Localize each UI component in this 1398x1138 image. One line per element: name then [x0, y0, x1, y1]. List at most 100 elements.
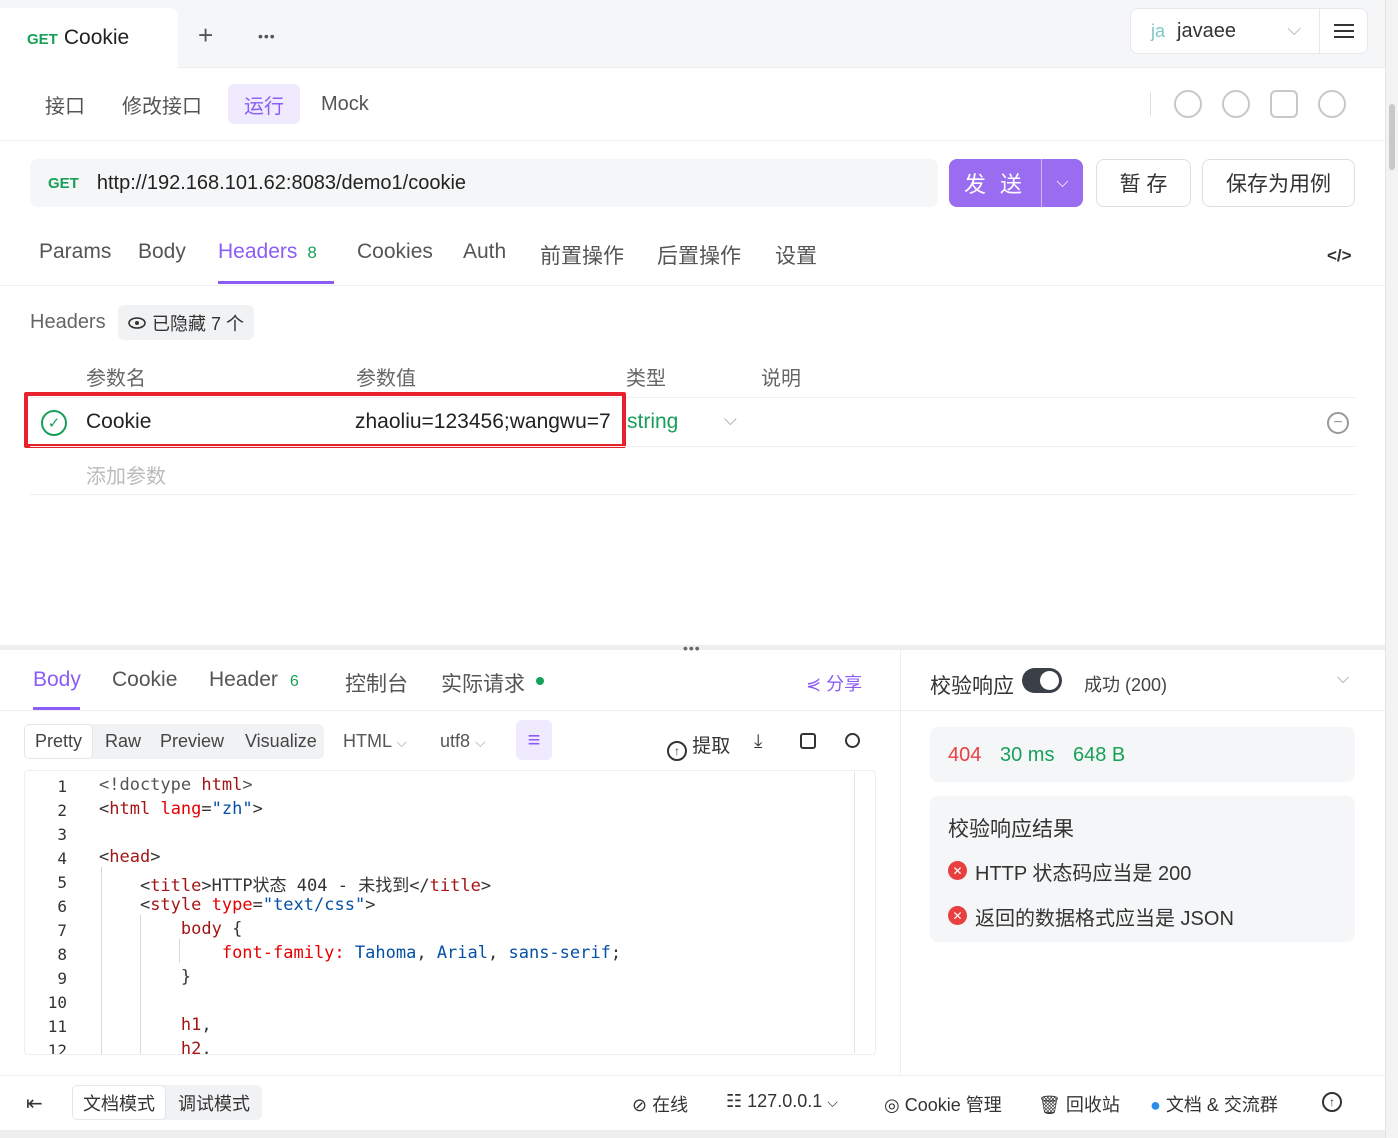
- encoding-select[interactable]: utf8 ⌵: [440, 731, 486, 752]
- tab-auth[interactable]: Auth: [463, 240, 506, 284]
- tab-post-operations[interactable]: 后置操作: [657, 240, 741, 284]
- upgrade-icon[interactable]: ↑: [1322, 1092, 1342, 1112]
- response-tab-body[interactable]: Body: [33, 668, 81, 710]
- chevron-down-icon[interactable]: ⌵: [1337, 670, 1349, 688]
- send-button-label: 发 送: [963, 172, 1027, 197]
- response-type-select[interactable]: HTML ⌵: [343, 731, 407, 752]
- recycle-bin-button[interactable]: 🗑︎ 回收站: [1038, 1091, 1120, 1117]
- subtab-api[interactable]: 接口: [29, 84, 101, 124]
- debug-mode-button[interactable]: 调试模式: [168, 1085, 260, 1120]
- copy-icon[interactable]: [800, 733, 816, 749]
- code-line: <html lang="zh">: [99, 799, 263, 819]
- docs-community-label: 文档 & 交流群: [1165, 1095, 1278, 1115]
- format-pretty[interactable]: Pretty: [24, 724, 94, 759]
- line-number: 12: [47, 1041, 67, 1055]
- validation-status-select[interactable]: 成功 (200): [1084, 671, 1167, 697]
- chevron-down-icon: ⌵: [396, 734, 407, 750]
- code-scrollbar[interactable]: [854, 772, 855, 1053]
- tab-cookies[interactable]: Cookies: [357, 240, 433, 284]
- menu-button[interactable]: [1320, 8, 1368, 54]
- new-tab-button[interactable]: +: [198, 20, 213, 51]
- tab-settings[interactable]: 设置: [775, 240, 817, 284]
- response-tab-header[interactable]: Header 6: [209, 668, 299, 710]
- extract-icon: ↑: [667, 741, 687, 761]
- response-code-viewer[interactable]: 1 2 3 4 5 6 7 8 9 10 11 12 <!doctype htm…: [24, 770, 876, 1055]
- search-icon[interactable]: [845, 733, 860, 748]
- validate-response-toggle[interactable]: [1022, 668, 1062, 693]
- status-dot: [536, 677, 544, 685]
- subtab-edit-api[interactable]: 修改接口: [106, 84, 218, 124]
- subtab-run[interactable]: 运行: [228, 84, 300, 124]
- online-status[interactable]: ⊘ 在线: [632, 1091, 688, 1117]
- bottom-edge: [0, 1130, 1385, 1138]
- response-tab-actual-request[interactable]: 实际请求: [441, 668, 525, 710]
- workspace-badge: ja: [1151, 20, 1166, 41]
- more-tabs-button[interactable]: •••: [258, 28, 276, 44]
- column-header-name: 参数名: [86, 368, 146, 390]
- url-input-box[interactable]: GET http://192.168.101.62:8083/demo1/coo…: [30, 159, 938, 207]
- divider: [0, 140, 1385, 141]
- code-icon[interactable]: </>: [1327, 246, 1352, 266]
- drag-handle-icon[interactable]: •••: [683, 640, 701, 656]
- tab-pre-operations[interactable]: 前置操作: [540, 240, 624, 284]
- divider: [1150, 92, 1151, 116]
- workspace-select[interactable]: ja javaee ⌵: [1130, 8, 1320, 54]
- server-icon: ☷: [726, 1091, 743, 1111]
- validate-response-label: 校验响应: [930, 675, 1014, 698]
- trash-icon: 🗑︎: [1038, 1095, 1061, 1115]
- line-number: 1: [57, 777, 67, 796]
- divider: [30, 446, 1355, 447]
- comment-icon[interactable]: [1222, 90, 1250, 118]
- extract-label: 提取: [692, 736, 731, 757]
- history-icon[interactable]: [1174, 90, 1202, 118]
- response-tab-cookie[interactable]: Cookie: [112, 668, 177, 710]
- share-label: 分享: [826, 674, 863, 694]
- doc-mode-button[interactable]: 文档模式: [72, 1085, 166, 1120]
- tab-params[interactable]: Params: [39, 240, 111, 284]
- code-line: }: [99, 967, 192, 987]
- method-select[interactable]: GET: [48, 175, 79, 192]
- tab-headers-label: Headers: [218, 240, 298, 263]
- extract-button[interactable]: ↑ 提取: [667, 731, 730, 761]
- format-preview[interactable]: Preview: [150, 724, 234, 759]
- request-tab[interactable]: GET Cookie: [0, 8, 178, 68]
- format-raw[interactable]: Raw: [95, 724, 151, 759]
- send-button[interactable]: 发 送 ⌵: [949, 159, 1083, 207]
- docs-community-button[interactable]: ● 文档 & 交流群: [1150, 1091, 1278, 1117]
- format-visualize[interactable]: Visualize: [235, 724, 327, 759]
- cookie-manager-button[interactable]: ◎ Cookie 管理: [884, 1091, 1002, 1117]
- line-number: 11: [47, 1017, 67, 1036]
- download-icon[interactable]: ⤓: [754, 731, 762, 753]
- settings-icon[interactable]: [1318, 90, 1346, 118]
- tab-headers[interactable]: Headers 8: [218, 240, 334, 284]
- host-select[interactable]: ☷ 127.0.0.1 ⌵: [726, 1091, 838, 1112]
- header-type-select[interactable]: string: [627, 410, 678, 434]
- url-input[interactable]: http://192.168.101.62:8083/demo1/cookie: [97, 172, 466, 195]
- response-tab-console[interactable]: 控制台: [345, 668, 408, 710]
- chat-icon: ●: [1150, 1095, 1161, 1115]
- subtab-mock[interactable]: Mock: [305, 84, 385, 124]
- window-scrollbar[interactable]: [1385, 0, 1398, 1138]
- save-as-case-button[interactable]: 保存为用例: [1202, 159, 1355, 207]
- divider: [0, 285, 1385, 286]
- remove-row-icon[interactable]: −: [1327, 412, 1349, 434]
- line-number: 4: [57, 849, 67, 868]
- code-line: h2,: [180, 1039, 212, 1055]
- code-line: body {: [180, 919, 243, 939]
- line-number: 5: [57, 873, 67, 892]
- online-label: 在线: [652, 1095, 689, 1115]
- wrap-lines-icon[interactable]: ≡: [516, 720, 552, 760]
- send-options-chevron-icon[interactable]: ⌵: [1041, 159, 1083, 207]
- response-stats: [930, 727, 1355, 782]
- save-temp-button[interactable]: 暂 存: [1096, 159, 1191, 207]
- collapse-sidebar-icon[interactable]: ⇤: [26, 1091, 43, 1116]
- hidden-headers-toggle[interactable]: 已隐藏 7 个: [118, 305, 254, 340]
- response-size: 648 B: [1073, 744, 1126, 766]
- share-flow-icon[interactable]: [1270, 90, 1298, 118]
- share-button[interactable]: ⋞ 分享: [806, 670, 862, 696]
- chevron-down-icon: ⌵: [724, 410, 737, 429]
- host-value: 127.0.0.1: [747, 1091, 823, 1111]
- add-parameter-input[interactable]: 添加参数: [86, 460, 166, 489]
- scrollbar-thumb[interactable]: [1389, 104, 1395, 170]
- tab-body[interactable]: Body: [138, 240, 186, 284]
